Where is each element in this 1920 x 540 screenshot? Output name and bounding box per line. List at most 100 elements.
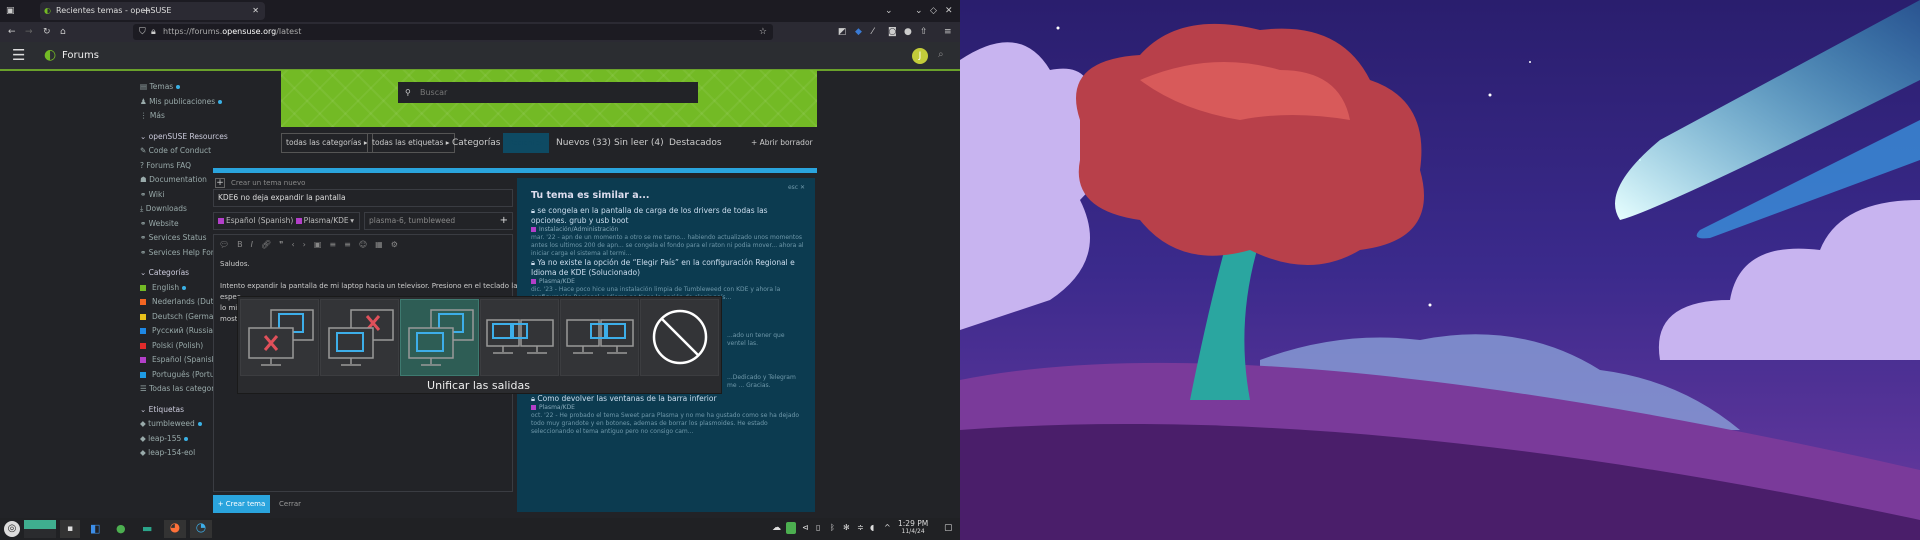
forward-icon[interactable]: → [25,24,33,40]
mode-extend-left[interactable] [480,299,559,376]
cancel-button[interactable]: Cerrar [279,495,301,513]
bluetooth-icon[interactable]: ᛒ [830,523,835,532]
tab-list-icon[interactable]: ▣ [6,3,15,19]
back-icon[interactable]: ← [8,24,16,40]
osd-mode-label: Unificar las salidas [427,379,530,392]
label: Crear tema [225,500,266,508]
extension-icon[interactable]: ◩ [838,24,847,40]
all-tags-dropdown[interactable]: todas las etiquetas ▸ [367,133,455,153]
nav-nuevos[interactable]: Nuevos (33) [556,133,611,153]
unread-dot [176,85,181,89]
tags-input[interactable]: plasma-6, tumbleweed + [364,212,513,230]
list-all-tabs-icon[interactable]: ⌄ [885,3,893,19]
nav-destacados[interactable]: Destacados [669,133,722,153]
nav-categorias[interactable]: Categorías [452,133,501,153]
opensuse-app-icon[interactable]: ● [116,522,126,535]
tab-title: Recientes temas - openSUSE [56,6,172,15]
app-launcher-icon[interactable]: ◎ [4,521,20,537]
open-draft-button[interactable]: + Abrir borrador [751,133,813,153]
topic-title: se congela en la pantalla de carga de lo… [531,206,768,225]
clipboard-icon[interactable]: ▯ [816,523,820,532]
search-input[interactable]: ⚲ Buscar [398,82,698,103]
url-path: /latest [276,27,302,36]
close-tab-icon[interactable]: ✕ [252,2,259,20]
hamburger-menu-icon[interactable]: ☰ [12,46,25,64]
pager-icon[interactable] [24,520,56,538]
nav-recientes[interactable]: Recientes [503,133,549,153]
create-topic-button[interactable]: + Crear tema [213,495,270,513]
category-select[interactable]: Español (Spanish) Plasma/KDE ▾ [213,212,360,230]
tags-value: plasma-6, tumbleweed [369,216,456,225]
sidebar-item-mas[interactable]: ⋮ Más [140,109,280,124]
taskbar: ◎ ▪ ◧ ● ▬ ◕ ◔ ☁ ⊲ ▯ ᛒ ✻ ≑ ◖ ^ 1:29 PM 11/… [0,518,960,540]
unread-dot [197,422,202,426]
mode-no-action[interactable] [640,299,719,376]
tray-expand-icon[interactable]: ^ [884,523,891,532]
plus-icon: + [215,178,225,188]
extensions-icon[interactable]: ⇧ [920,24,928,40]
label: Categorías [148,268,190,277]
display-switcher-osd: Unificar las salidas [237,296,722,394]
send-icon[interactable]: ⊲ [802,523,809,532]
label: Downloads [145,204,187,213]
sidebar-item-temas[interactable]: ▤ Temas [140,80,280,95]
similar-topic[interactable]: 🔒︎ se congela en la pantalla de carga de… [531,206,805,258]
file-manager-icon[interactable]: ▬ [142,522,152,535]
add-tag-icon[interactable]: + [500,213,508,229]
all-categories-dropdown[interactable]: todas las categorías ▸ [281,133,373,153]
lock-icon: 🔒︎ [151,27,156,37]
label: Documentation [149,175,207,184]
volume-icon[interactable]: ◖ [870,523,874,532]
mode-external-only[interactable] [240,299,319,376]
url-input[interactable]: ⛉ 🔒︎ https://forums.opensuse.org/latest … [133,24,773,40]
maximize-icon[interactable]: ◇ [930,3,937,19]
nav-sin-leer[interactable]: Sin leer (4) [614,133,664,153]
show-desktop-icon[interactable]: ▢ [944,523,953,533]
pen-icon[interactable]: ⁄ [872,24,874,40]
discover-icon[interactable]: ◧ [90,522,100,535]
system-monitor-icon[interactable]: ◔ [190,520,212,538]
pocket-icon[interactable]: ◙ [888,24,897,40]
desktop-wallpaper [960,0,1920,540]
bookmark-star-icon[interactable]: ☆ [759,24,767,40]
opensuse-favicon-icon: ◐ [44,6,51,15]
no-action-icon [652,309,708,365]
external-only-icon [248,309,314,366]
minimize-icon[interactable]: ⌄ [915,3,923,19]
mode-internal-only[interactable] [320,299,399,376]
new-tab-icon[interactable]: + [142,3,151,19]
label: Code of Conduct [148,146,212,155]
editor-toolbar[interactable]: 💬︎BI🔗︎❞‹›▣≡≡☺▦⚙ [214,235,512,255]
terminal-icon[interactable]: ▪ [60,520,80,538]
unread-dot [218,99,223,104]
wifi-icon[interactable]: ≑ [857,523,864,532]
sidebar-item-code-of-conduct[interactable]: ✎ Code of Conduct [140,144,280,159]
title-input[interactable]: KDE6 no deja expandir la pantalla [213,189,513,207]
clock[interactable]: 1:29 PM 11/4/24 [898,520,928,536]
ublock-icon[interactable]: ◆ [855,24,862,40]
mode-unify[interactable] [400,299,479,376]
sidebar-item-mis-publicaciones[interactable]: ♟ Mis publicaciones [140,95,280,110]
cloud-icon[interactable]: ☁ [772,523,781,533]
updates-icon[interactable] [786,522,796,534]
label: Services Status [148,233,207,242]
unread-dot [182,285,187,290]
opensuse-logo-icon[interactable]: ◐ [44,47,56,63]
similar-topic[interactable]: 🔒︎ Como devolver las ventanas de la barr… [531,394,805,436]
close-window-icon[interactable]: ✕ [945,3,953,19]
extend-left-icon [486,319,554,354]
firefox-icon[interactable]: ◕ [164,520,186,538]
category-color [140,357,146,363]
mode-extend-right[interactable] [560,299,639,376]
forum-title[interactable]: Forums [62,50,99,61]
resources-header[interactable]: ⌄ openSUSE Resources [140,130,280,145]
account-icon[interactable]: ● [904,24,912,40]
tab-active[interactable]: ◐ Recientes temas - openSUSE ✕ [40,2,265,20]
reload-icon[interactable]: ↻ [43,24,51,40]
user-avatar[interactable]: J [912,48,928,64]
label: Más [149,111,165,120]
menu-icon[interactable]: ≡ [944,24,952,40]
brightness-icon[interactable]: ✻ [843,523,850,532]
search-icon[interactable]: ⌕ [938,49,944,60]
home-icon[interactable]: ⌂ [60,24,66,40]
